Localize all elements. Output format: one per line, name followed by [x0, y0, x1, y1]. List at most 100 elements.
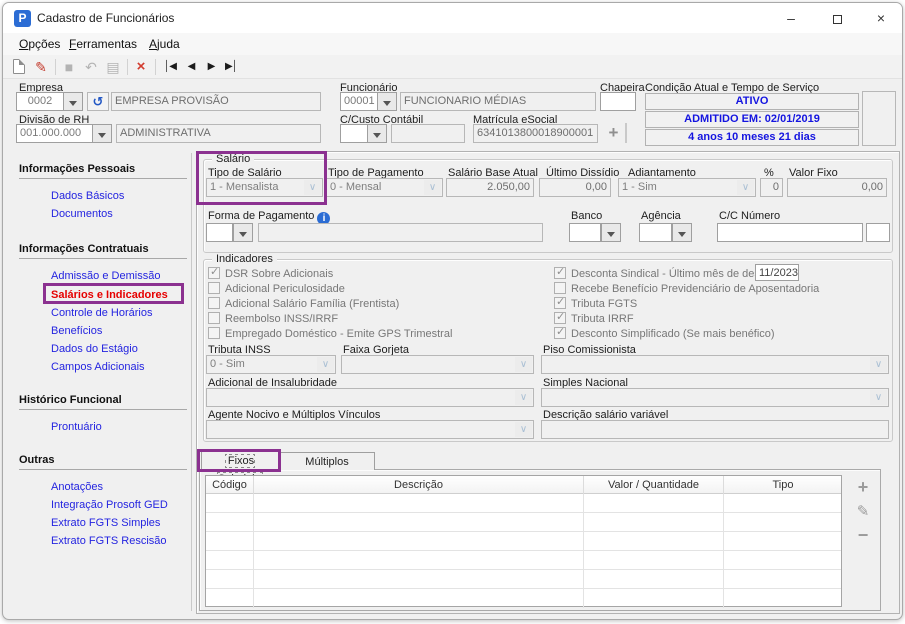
column-header-descricao[interactable]: Descrição	[254, 476, 584, 494]
nav-next-icon[interactable]: ▶	[201, 57, 221, 77]
cc-numero-label: C/C Número	[719, 210, 781, 222]
nav-last-icon[interactable]: ▶│	[221, 57, 241, 77]
funcionario-code-field[interactable]: 00001	[340, 92, 378, 111]
checkbox-label: Adicional Salário Família (Frentista)	[225, 298, 400, 310]
sidebar-item-integracao-prosoft-ged[interactable]: Integração Prosoft GED	[51, 499, 168, 511]
tipo-pagamento-combo[interactable]: 0 - Mensal ∨	[326, 178, 443, 197]
adiantamento-value: 1 - Sim	[622, 181, 657, 193]
forma-pagamento-dropdown-button[interactable]	[233, 223, 253, 242]
checkbox-tributa-fgts[interactable]: Tributa FGTS	[554, 296, 637, 311]
switch-company-icon[interactable]: ↺	[87, 92, 109, 111]
column-header-codigo[interactable]: Código	[206, 476, 254, 494]
toolbar-separator	[155, 59, 156, 75]
sidebar-item-salarios-e-indicadores[interactable]: Salários e Indicadores	[51, 289, 168, 301]
sidebar-item-beneficios[interactable]: Benefícios	[51, 325, 102, 337]
agencia-label: Agência	[641, 210, 681, 222]
sidebar-item-admissao-e-demissao[interactable]: Admissão e Demissão	[51, 270, 160, 282]
simples-nacional-combo[interactable]: ∨	[541, 388, 889, 407]
sidebar-item-campos-adicionais[interactable]: Campos Adicionais	[51, 361, 145, 373]
empresa-code-field[interactable]: 0002	[16, 92, 64, 111]
preview-icon[interactable]: ▤	[103, 57, 123, 77]
agencia-field[interactable]	[639, 223, 672, 242]
maximize-icon	[832, 14, 842, 24]
table-row[interactable]	[206, 532, 841, 551]
cc-digit-field[interactable]	[866, 223, 890, 242]
cc-numero-field[interactable]	[717, 223, 863, 242]
column-header-tipo[interactable]: Tipo	[724, 476, 842, 494]
checkbox-dsr-sobre-adicionais[interactable]: DSR Sobre Adicionais	[208, 266, 333, 281]
sidebar-item-extrato-fgts-rescisao[interactable]: Extrato FGTS Rescisão	[51, 535, 167, 547]
agente-nocivo-combo[interactable]: ∨	[206, 420, 534, 439]
divisao-rh-dropdown-button[interactable]	[92, 124, 112, 143]
minimize-button[interactable]: –	[769, 3, 813, 33]
sidebar-item-extrato-fgts-simples[interactable]: Extrato FGTS Simples	[51, 517, 160, 529]
chevron-down-icon: ∨	[870, 357, 887, 372]
table-row[interactable]	[206, 570, 841, 589]
app-logo-icon: P	[14, 10, 31, 27]
edit-pencil-icon[interactable]: ✎	[31, 57, 51, 77]
checkbox-icon	[208, 312, 220, 324]
table-row[interactable]	[206, 589, 841, 608]
table-row[interactable]	[206, 551, 841, 570]
column-header-valor-quantidade[interactable]: Valor / Quantidade	[584, 476, 724, 494]
divisao-rh-code-field[interactable]: 001.000.000	[16, 124, 93, 143]
forma-pagamento-code-field[interactable]	[206, 223, 233, 242]
sidebar-item-controle-de-horarios[interactable]: Controle de Horários	[51, 307, 153, 319]
dropdown-arrow-icon	[607, 232, 615, 241]
checkbox-empregado-domestico[interactable]: Empregado Doméstico - Emite GPS Trimestr…	[208, 327, 452, 341]
delete-icon[interactable]: ×	[131, 57, 151, 77]
tab-fixos-salariais[interactable]: Fixos Salariais	[201, 451, 279, 486]
checkbox-adicional-periculosidade[interactable]: Adicional Periculosidade	[208, 282, 345, 296]
banco-field[interactable]	[569, 223, 601, 242]
checkbox-label: Tributa IRRF	[571, 313, 634, 325]
tributa-inss-combo[interactable]: 0 - Sim ∨	[206, 355, 336, 374]
menu-ajuda[interactable]: Ajuda	[149, 37, 180, 51]
checkbox-adicional-salario-familia[interactable]: Adicional Salário Família (Frentista)	[208, 297, 399, 311]
ccusto-dropdown-button[interactable]	[367, 124, 387, 143]
status-admitido-box: ADMITIDO EM: 02/01/2019	[645, 111, 859, 128]
funcionario-dropdown-button[interactable]	[377, 92, 397, 111]
fixos-salariais-table: Código Descrição Valor / Quantidade Tipo	[205, 475, 842, 608]
ccusto-code-field[interactable]	[340, 124, 368, 143]
checkbox-recebe-beneficio-previdenciario[interactable]: Recebe Benefício Previdenciário de Apose…	[554, 282, 819, 296]
sidebar-item-dados-do-estagio[interactable]: Dados do Estágio	[51, 343, 138, 355]
nav-first-icon[interactable]: │◀	[160, 57, 180, 77]
menu-opcoes[interactable]: Opções	[19, 37, 60, 51]
faixa-gorjeta-combo[interactable]: ∨	[341, 355, 534, 374]
menu-ferramentas[interactable]: Ferramentas	[69, 37, 137, 51]
agencia-dropdown-button[interactable]	[672, 223, 692, 242]
checkbox-desconto-simplificado[interactable]: Desconto Simplificado (Se mais benéfico)	[554, 326, 775, 341]
chapeira-field[interactable]	[600, 92, 636, 111]
close-button[interactable]: ×	[859, 3, 902, 33]
edit-row-icon[interactable]: ✎	[852, 502, 874, 524]
nav-prev-icon[interactable]: ◀	[181, 57, 201, 77]
checkbox-reembolso-inss-irrf[interactable]: Reembolso INSS/IRRF	[208, 312, 338, 326]
remove-row-icon[interactable]: −	[852, 525, 874, 547]
matricula-add-icon[interactable]: +	[602, 123, 627, 143]
chevron-down-icon: ∨	[304, 180, 321, 195]
adiantamento-combo[interactable]: 1 - Sim ∨	[618, 178, 756, 197]
adicional-insalubridade-combo[interactable]: ∨	[206, 388, 534, 407]
sidebar-item-dados-basicos[interactable]: Dados Básicos	[51, 190, 124, 202]
banco-dropdown-button[interactable]	[601, 223, 621, 242]
new-record-icon[interactable]	[13, 59, 25, 74]
sidebar-divider	[19, 178, 187, 179]
window-title: Cadastro de Funcionários	[37, 11, 175, 25]
maximize-button[interactable]	[815, 3, 859, 33]
checkbox-desconta-sindical[interactable]: Desconta Sindical - Último mês de descon…	[554, 266, 787, 281]
sidebar-item-prontuario[interactable]: Prontuário	[51, 421, 102, 433]
undo-icon[interactable]: ↶	[81, 57, 101, 77]
desconta-sindical-mes-field[interactable]: 11/2023	[755, 264, 799, 281]
table-row[interactable]	[206, 494, 841, 513]
save-icon[interactable]: ■	[59, 57, 79, 77]
tab-multiplos-vinculos[interactable]: Múltiplos Vínculos	[279, 452, 375, 486]
sidebar-item-anotacoes[interactable]: Anotações	[51, 481, 103, 493]
table-cell	[254, 513, 584, 531]
piso-comissionista-combo[interactable]: ∨	[541, 355, 889, 374]
add-row-icon[interactable]: +	[852, 477, 874, 499]
tipo-salario-combo[interactable]: 1 - Mensalista ∨	[206, 178, 323, 197]
empresa-dropdown-button[interactable]	[63, 92, 83, 111]
checkbox-tributa-irrf[interactable]: Tributa IRRF	[554, 311, 634, 326]
sidebar-item-documentos[interactable]: Documentos	[51, 208, 113, 220]
table-row[interactable]	[206, 513, 841, 532]
